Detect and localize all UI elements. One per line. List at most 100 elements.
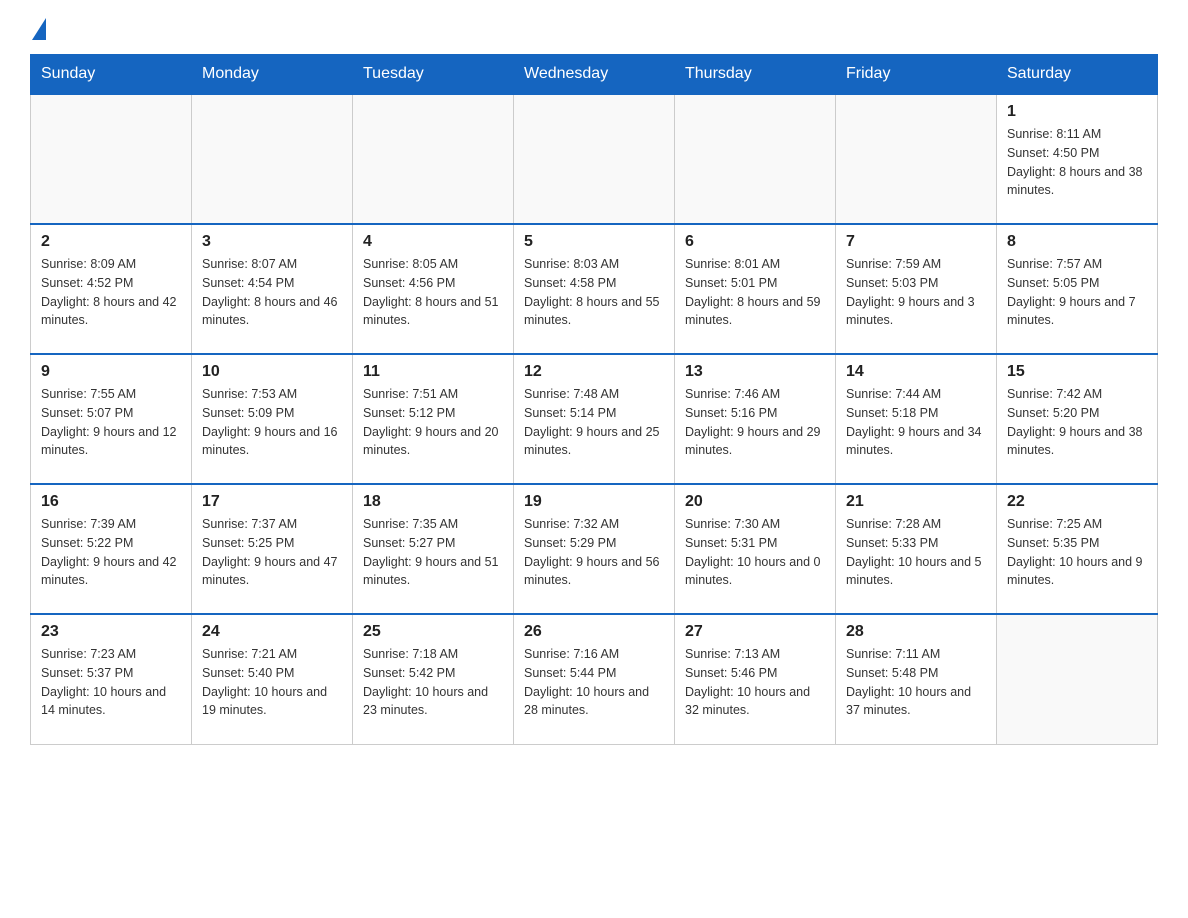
day-info-line: Daylight: 8 hours and 42 minutes.	[41, 293, 181, 331]
day-info: Sunrise: 7:37 AMSunset: 5:25 PMDaylight:…	[202, 515, 342, 590]
day-info-line: Daylight: 9 hours and 20 minutes.	[363, 423, 503, 461]
logo	[30, 20, 46, 44]
day-info: Sunrise: 8:05 AMSunset: 4:56 PMDaylight:…	[363, 255, 503, 330]
day-number: 11	[363, 363, 503, 381]
day-info-line: Daylight: 10 hours and 23 minutes.	[363, 683, 503, 721]
day-info-line: Daylight: 10 hours and 5 minutes.	[846, 553, 986, 591]
calendar-day-cell: 19Sunrise: 7:32 AMSunset: 5:29 PMDayligh…	[514, 484, 675, 614]
day-info-line: Daylight: 8 hours and 59 minutes.	[685, 293, 825, 331]
logo-triangle-icon	[32, 18, 46, 40]
day-number: 28	[846, 623, 986, 641]
day-info-line: Sunrise: 7:32 AM	[524, 515, 664, 534]
day-info-line: Sunrise: 7:13 AM	[685, 645, 825, 664]
calendar-header-saturday: Saturday	[997, 55, 1158, 95]
day-info: Sunrise: 7:42 AMSunset: 5:20 PMDaylight:…	[1007, 385, 1147, 460]
calendar-day-cell: 1Sunrise: 8:11 AMSunset: 4:50 PMDaylight…	[997, 94, 1158, 224]
calendar-day-cell: 23Sunrise: 7:23 AMSunset: 5:37 PMDayligh…	[31, 614, 192, 744]
calendar-day-cell: 25Sunrise: 7:18 AMSunset: 5:42 PMDayligh…	[353, 614, 514, 744]
day-info-line: Sunrise: 7:46 AM	[685, 385, 825, 404]
day-info-line: Daylight: 9 hours and 42 minutes.	[41, 553, 181, 591]
calendar-day-cell: 13Sunrise: 7:46 AMSunset: 5:16 PMDayligh…	[675, 354, 836, 484]
day-info-line: Sunrise: 7:11 AM	[846, 645, 986, 664]
day-info-line: Sunset: 5:40 PM	[202, 664, 342, 683]
day-info-line: Sunset: 5:18 PM	[846, 404, 986, 423]
day-info-line: Sunrise: 7:55 AM	[41, 385, 181, 404]
day-info: Sunrise: 7:59 AMSunset: 5:03 PMDaylight:…	[846, 255, 986, 330]
day-info-line: Sunrise: 8:07 AM	[202, 255, 342, 274]
calendar-day-cell: 27 Sunrise: 7:13 AMSunset: 5:46 PMDayligh…	[675, 614, 836, 744]
day-info: Sunrise: 7:30 AMSunset: 5:31 PMDaylight:…	[685, 515, 825, 590]
day-info-line: Sunset: 5:35 PM	[1007, 534, 1147, 553]
day-info-line: Sunrise: 8:03 AM	[524, 255, 664, 274]
day-info-line: Sunset: 5:44 PM	[524, 664, 664, 683]
calendar-day-cell	[192, 94, 353, 224]
calendar-header-wednesday: Wednesday	[514, 55, 675, 95]
calendar-day-cell	[353, 94, 514, 224]
calendar-week-row: 23Sunrise: 7:23 AMSunset: 5:37 PMDayligh…	[31, 614, 1158, 744]
calendar-day-cell: 9Sunrise: 7:55 AMSunset: 5:07 PMDaylight…	[31, 354, 192, 484]
day-info: Sunrise: 7:11 AMSunset: 5:48 PMDaylight:…	[846, 645, 986, 720]
day-info-line: Sunset: 5:01 PM	[685, 274, 825, 293]
calendar-day-cell	[675, 94, 836, 224]
day-info: Sunrise: 7:32 AMSunset: 5:29 PMDaylight:…	[524, 515, 664, 590]
day-number: 8	[1007, 233, 1147, 251]
day-number: 3	[202, 233, 342, 251]
day-info-line: Sunset: 5:22 PM	[41, 534, 181, 553]
day-number: 2	[41, 233, 181, 251]
calendar-header-thursday: Thursday	[675, 55, 836, 95]
day-info: Sunrise: 7:46 AMSunset: 5:16 PMDaylight:…	[685, 385, 825, 460]
day-info-line: Sunrise: 8:05 AM	[363, 255, 503, 274]
day-info-line: Daylight: 9 hours and 47 minutes.	[202, 553, 342, 591]
logo-icon	[30, 20, 46, 42]
calendar-day-cell: 10Sunrise: 7:53 AMSunset: 5:09 PMDayligh…	[192, 354, 353, 484]
calendar-day-cell: 5Sunrise: 8:03 AMSunset: 4:58 PMDaylight…	[514, 224, 675, 354]
day-info: Sunrise: 8:11 AMSunset: 4:50 PMDaylight:…	[1007, 125, 1147, 200]
day-info: Sunrise: 7:57 AMSunset: 5:05 PMDaylight:…	[1007, 255, 1147, 330]
calendar-day-cell	[997, 614, 1158, 744]
day-info: Sunrise: 7:51 AMSunset: 5:12 PMDaylight:…	[363, 385, 503, 460]
day-info-line: Daylight: 8 hours and 38 minutes.	[1007, 163, 1147, 201]
day-info-line: Sunset: 5:27 PM	[363, 534, 503, 553]
day-info-line: Daylight: 10 hours and 19 minutes.	[202, 683, 342, 721]
day-info: Sunrise: 8:07 AMSunset: 4:54 PMDaylight:…	[202, 255, 342, 330]
day-info-line: Sunrise: 8:11 AM	[1007, 125, 1147, 144]
calendar-day-cell: 3 Sunrise: 8:07 AMSunset: 4:54 PMDaylight…	[192, 224, 353, 354]
calendar-header-friday: Friday	[836, 55, 997, 95]
calendar-day-cell: 18Sunrise: 7:35 AMSunset: 5:27 PMDayligh…	[353, 484, 514, 614]
day-info-line: Daylight: 10 hours and 28 minutes.	[524, 683, 664, 721]
day-info-line: Sunset: 5:31 PM	[685, 534, 825, 553]
calendar-day-cell: 8 Sunrise: 7:57 AMSunset: 5:05 PMDaylight…	[997, 224, 1158, 354]
day-info-line: Sunset: 5:07 PM	[41, 404, 181, 423]
day-info-line: Sunset: 5:46 PM	[685, 664, 825, 683]
day-info-line: Sunset: 5:29 PM	[524, 534, 664, 553]
day-info-line: Sunrise: 7:18 AM	[363, 645, 503, 664]
day-info-line: Sunrise: 7:42 AM	[1007, 385, 1147, 404]
day-number: 22	[1007, 493, 1147, 511]
day-info-line: Daylight: 9 hours and 38 minutes.	[1007, 423, 1147, 461]
calendar-header-row: SundayMondayTuesdayWednesdayThursdayFrid…	[31, 55, 1158, 95]
calendar-day-cell: 26Sunrise: 7:16 AMSunset: 5:44 PMDayligh…	[514, 614, 675, 744]
day-info-line: Sunrise: 7:35 AM	[363, 515, 503, 534]
day-info-line: Sunset: 5:14 PM	[524, 404, 664, 423]
day-info-line: Sunset: 4:56 PM	[363, 274, 503, 293]
day-info-line: Daylight: 8 hours and 55 minutes.	[524, 293, 664, 331]
day-info-line: Daylight: 9 hours and 25 minutes.	[524, 423, 664, 461]
day-number: 15	[1007, 363, 1147, 381]
day-info-line: Daylight: 10 hours and 32 minutes.	[685, 683, 825, 721]
day-info-line: Sunrise: 7:59 AM	[846, 255, 986, 274]
calendar-table: SundayMondayTuesdayWednesdayThursdayFrid…	[30, 54, 1158, 745]
day-info-line: Daylight: 10 hours and 14 minutes.	[41, 683, 181, 721]
day-info-line: Sunset: 5:42 PM	[363, 664, 503, 683]
calendar-day-cell	[514, 94, 675, 224]
day-info-line: Sunset: 4:52 PM	[41, 274, 181, 293]
page-header	[30, 20, 1158, 44]
day-number: 23	[41, 623, 181, 641]
day-info: Sunrise: 7:18 AMSunset: 5:42 PMDaylight:…	[363, 645, 503, 720]
day-info-line: Sunset: 5:12 PM	[363, 404, 503, 423]
calendar-day-cell: 24Sunrise: 7:21 AMSunset: 5:40 PMDayligh…	[192, 614, 353, 744]
day-number: 10	[202, 363, 342, 381]
calendar-day-cell: 28 Sunrise: 7:11 AMSunset: 5:48 PMDayligh…	[836, 614, 997, 744]
day-number: 27	[685, 623, 825, 641]
day-info-line: Sunset: 4:54 PM	[202, 274, 342, 293]
day-info-line: Sunset: 5:09 PM	[202, 404, 342, 423]
